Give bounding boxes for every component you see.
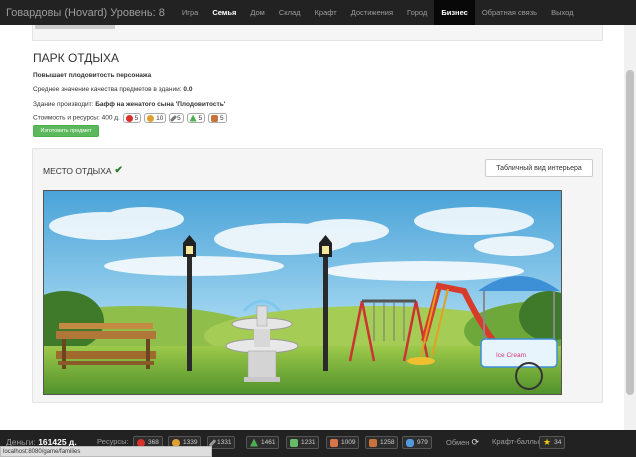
resource-cloth[interactable]: 1231 [286,436,320,449]
produces-line: Здание производит: Бафф на женатого сына… [33,101,225,108]
cost-resource-recycle: 5 [186,113,206,123]
resource-amount: 1009 [341,439,356,446]
cost-resource-apple: 5 [122,113,142,123]
brick-icon [369,438,377,447]
app-window: Говардовы (Hovard) Уровень: 8 Игра Семья… [0,0,636,457]
brick-icon [211,114,219,122]
browser-status-url: localhost:8080/game/families [0,446,212,457]
craft-points-badge: ★ 34 [539,436,566,449]
quality-line: Среднее значение качества предметов в зд… [33,86,192,93]
building-effect-text: Повышает плодовитость персонажа [33,72,152,79]
resource-books[interactable]: 1009 [326,436,360,449]
quality-label: Среднее значение качества предметов в зд… [33,86,182,93]
recycle-icon [189,114,197,122]
main-content: ПАРК ОТДЫХА Повышает плодовитость персон… [0,25,624,430]
exchange-link[interactable]: Обмен ⟳ [446,437,479,448]
resources-label: Ресурсы: [97,437,129,446]
tool-icon [170,114,178,122]
exchange-label: Обмен [446,438,470,447]
ice-cream-label: Ice Cream [496,352,526,359]
page-scrollbar[interactable] [624,25,636,430]
resource-amount: 1339 [183,439,198,446]
resource-recycle[interactable]: 1461 [246,436,280,449]
nav-item-feedback[interactable]: Обратная связь [475,0,544,25]
building-effect: Повышает плодовитость персонажа [33,72,151,79]
top-navbar: Говардовы (Hovard) Уровень: 8 Игра Семья… [0,0,636,25]
resource-glove[interactable]: 979 [402,436,432,449]
resource-amount: 1258 [380,439,395,446]
previous-panel-bottom [32,25,603,41]
books-icon [330,438,338,447]
make-item-button[interactable]: Изготовить предмет [33,125,99,137]
nav-menu: Игра Семья Дом Склад Крафт Достижения Го… [175,0,581,25]
produces-value: Бафф на женатого сына 'Плодовитость' [95,101,226,108]
craft-points-label: Крафт-баллы: [492,437,542,446]
building-title: ПАРК ОТДЫХА [33,51,119,65]
cost-resource-amount: 5 [177,114,181,122]
cost-resource-bread: 10 [144,113,167,123]
rest-place-panel: МЕСТО ОТДЫХА ✔ Табличный вид интерьера I… [32,148,603,403]
rest-place-title: МЕСТО ОТДЫХА [43,165,112,176]
craft-points-value: 34 [554,439,562,446]
cost-resource-amount: 10 [156,114,164,122]
cost-resource-amount: 5 [134,114,139,122]
checkmark-icon: ✔ [114,165,123,176]
resource-amount: 1331 [217,439,232,446]
cost-value: 400 д. [101,114,120,122]
refresh-icon: ⟳ [471,437,480,447]
quality-value: 0.0 [183,86,193,93]
cost-resource-amount: 5 [198,114,203,122]
resource-brick[interactable]: 1258 [365,436,399,449]
nav-item-achievements[interactable]: Достижения [344,0,400,25]
resource-amount: 1461 [261,439,276,446]
cost-resource-tool: 5 [169,113,184,123]
clipped-text [35,25,115,29]
nav-item-logout[interactable]: Выход [544,0,580,25]
park-scene-image: Ice Cream [43,190,562,395]
resource-amount: 979 [417,439,428,446]
produces-label: Здание производит: [33,101,94,108]
cloth-icon [290,438,298,447]
scroll-thumb[interactable] [626,70,634,395]
nav-item-business[interactable]: Бизнес [434,0,475,25]
apple-icon [125,114,133,122]
cost-resource-amount: 5 [220,114,224,122]
cost-label: Стоимость и ресурсы: [33,114,100,122]
table-view-button[interactable]: Табличный вид интерьера [485,159,593,177]
nav-item-storage[interactable]: Склад [272,0,308,25]
rest-place-header: МЕСТО ОТДЫХА ✔ [43,165,123,176]
recycle-icon [250,438,258,447]
cost-resource-brick: 5 [208,113,227,123]
resource-amount: 1231 [301,439,316,446]
resource-amount: 368 [148,439,159,446]
star-icon: ★ [543,437,552,447]
nav-item-city[interactable]: Город [400,0,434,25]
nav-item-house[interactable]: Дом [243,0,272,25]
cost-line: Стоимость и ресурсы: 400 д. 5 10 5 5 5 [33,113,227,123]
bread-icon [147,114,155,122]
nav-item-craft[interactable]: Крафт [308,0,344,25]
glove-icon [406,438,414,447]
nav-item-game[interactable]: Игра [175,0,205,25]
nav-item-family[interactable]: Семья [205,0,243,25]
player-title[interactable]: Говардовы (Hovard) Уровень: 8 [0,7,175,19]
